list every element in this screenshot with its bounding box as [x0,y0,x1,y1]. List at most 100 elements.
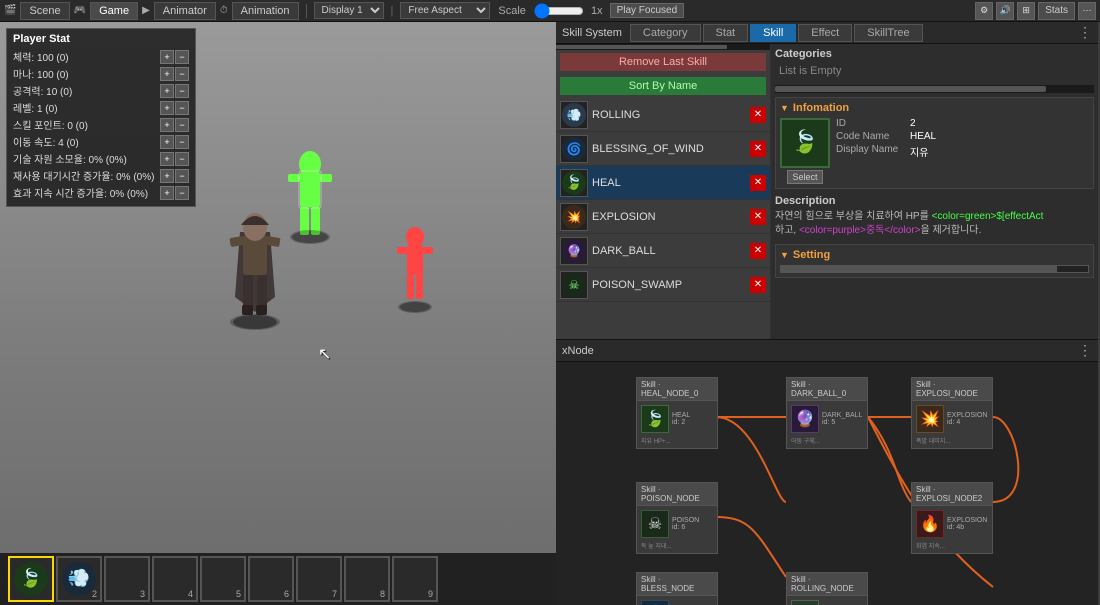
heal-delete-button[interactable]: ✕ [750,175,766,191]
stat-hp-minus[interactable]: − [175,50,189,64]
tab-animation[interactable]: Animation [232,2,299,20]
tab-game[interactable]: Game [90,2,138,20]
desc-text: 자연의 힘으로 부상을 치료하여 HP를 <color=green>$[effe… [775,210,1094,238]
node-blessing-header: Skill · BLESS_NODE [637,573,717,596]
info-row-displayname: Display Name 지유 [836,144,1089,159]
stat-cost-minus[interactable]: − [175,152,189,166]
skill-list-panel: Remove Last Skill Sort By Name 💨 ROLLING… [556,44,771,339]
skill-bar: 🍃 💨 2 3 4 5 [0,553,556,605]
stat-cost-plus[interactable]: + [160,152,174,166]
node-darkball-text: DARK_BALLid: 5 [822,412,862,426]
layout-icon[interactable]: ⊞ [1017,2,1035,20]
sort-by-name-button[interactable]: Sort By Name [560,77,766,95]
explosion-icon: 💥 [560,203,588,231]
tab-category[interactable]: Category [630,24,701,42]
stat-mp-minus[interactable]: − [175,67,189,81]
info-select-button[interactable]: Select [787,170,822,184]
stat-lvl-plus[interactable]: + [160,101,174,115]
skill-slot-8-num: 8 [380,589,385,599]
xnode-canvas[interactable]: Skill · HEAL_NODE_0 🍃 HEALid: 2 지유 HP+..… [556,362,1098,605]
node-rolling[interactable]: Skill · ROLLING_NODE 💨 ROLLINGid: 1 구르기 … [786,572,868,605]
rolling-delete-button[interactable]: ✕ [750,107,766,123]
stat-dur-plus[interactable]: + [160,186,174,200]
stat-mp-plus[interactable]: + [160,67,174,81]
node-heal[interactable]: Skill · HEAL_NODE_0 🍃 HEALid: 2 지유 HP+..… [636,377,718,449]
skill-slot-6[interactable]: 6 [248,556,294,602]
play-button[interactable]: Play Focused [610,3,685,18]
setting-header: Setting [780,249,1089,261]
settings-icon[interactable]: ⚙ [975,2,993,20]
display-dropdown[interactable]: Display 1 [314,2,384,19]
tab-stat[interactable]: Stat [703,24,749,42]
stat-cd-label: 재사용 대기시간 증가율: 0% (0%) [13,168,160,183]
info-row-codename: Code Name HEAL [836,131,1089,142]
stat-row-atk: 공격력: 10 (0) + − [13,83,189,98]
skill-slot-2-num: 2 [92,589,97,599]
info-body: 🍃 Select ID 2 Code Name HEAL [780,118,1089,184]
stat-sp-plus[interactable]: + [160,118,174,132]
skill-header-more-icon[interactable]: ⋮ [1078,24,1092,41]
stat-row-sp: 스킬 포인트: 0 (0) + − [13,117,189,132]
list-item-blessing[interactable]: 🌀 BLESSING_OF_WIND ✕ [556,132,770,166]
list-item-heal[interactable]: 🍃 HEAL ✕ [556,166,770,200]
skill-info-right: Categories List is Empty Infomation 🍃 [771,44,1098,339]
list-item-explosion[interactable]: 💥 EXPLOSION ✕ [556,200,770,234]
audio-icon[interactable]: 🔊 [996,2,1014,20]
node-heal-icon: 🍃 [641,405,669,433]
node-poison[interactable]: Skill · POISON_NODE ☠ POISONid: 6 독 늪 지대… [636,482,718,554]
stat-spd-minus[interactable]: − [175,135,189,149]
stat-sp-minus[interactable]: − [175,118,189,132]
scale-slider[interactable] [534,6,584,16]
stat-spd-plus[interactable]: + [160,135,174,149]
stat-atk-plus[interactable]: + [160,84,174,98]
tab-skill[interactable]: Skill [750,24,796,42]
node-explosion-top[interactable]: Skill · EXPLOSI_NODE 💥 EXPLOSIONid: 4 폭발… [911,377,993,449]
skill-slot-9[interactable]: 9 [392,556,438,602]
skill-slot-8[interactable]: 8 [344,556,390,602]
node-explosion-top-icon: 💥 [916,405,944,433]
node-poison-icon: ☠ [641,510,669,538]
aspect-dropdown[interactable]: Free Aspect [400,2,490,19]
list-item-darkball[interactable]: 🔮 DARK_BALL ✕ [556,234,770,268]
darkball-delete-button[interactable]: ✕ [750,243,766,259]
stat-lvl-minus[interactable]: − [175,101,189,115]
stats-button[interactable]: Stats [1038,2,1075,20]
scale-label: Scale [498,5,526,17]
setting-scroll[interactable] [780,265,1089,273]
tab-effect[interactable]: Effect [798,24,852,42]
stat-spd-label: 이동 속도: 4 (0) [13,134,160,149]
node-explosion-bot[interactable]: Skill · EXPLOSI_NODE2 🔥 EXPLOSIONid: 4b … [911,482,993,554]
stat-dur-minus[interactable]: − [175,186,189,200]
xnode-more-icon[interactable]: ⋮ [1078,342,1092,359]
skill-slot-1[interactable]: 🍃 [8,556,54,602]
skill-system-header: Skill System Category Stat Skill Effect … [556,22,1098,44]
info-id-val: 2 [910,118,916,129]
stat-atk-minus[interactable]: − [175,84,189,98]
tab-scene[interactable]: Scene [20,2,69,20]
stat-cd-minus[interactable]: − [175,169,189,183]
remove-last-skill-button[interactable]: Remove Last Skill [560,53,766,71]
tab-animator[interactable]: Animator [154,2,216,20]
skill-slot-4[interactable]: 4 [152,556,198,602]
stat-hp-plus[interactable]: + [160,50,174,64]
blessing-name: BLESSING_OF_WIND [592,143,746,155]
poison-delete-button[interactable]: ✕ [750,277,766,293]
list-item-rolling[interactable]: 💨 ROLLING ✕ [556,98,770,132]
stat-cd-plus[interactable]: + [160,169,174,183]
xnode-title: xNode [562,345,594,357]
description-section: Description 자연의 힘으로 부상을 치료하여 HP를 <color=… [775,195,1094,238]
node-blessing[interactable]: Skill · BLESS_NODE 🌀 BLESSINGid: 2b 바람 축… [636,572,718,605]
skill-slot-2[interactable]: 💨 2 [56,556,102,602]
node-darkball[interactable]: Skill · DARK_BALL_0 🔮 DARK_BALLid: 5 어둠 … [786,377,868,449]
rolling-name: ROLLING [592,109,746,121]
skill-slot-5[interactable]: 5 [200,556,246,602]
list-item-poison[interactable]: ☠ POISON_SWAMP ✕ [556,268,770,302]
skill-slot-7[interactable]: 7 [296,556,342,602]
explosion-delete-button[interactable]: ✕ [750,209,766,225]
skill-slot-6-num: 6 [284,589,289,599]
blessing-delete-button[interactable]: ✕ [750,141,766,157]
tab-skilltree[interactable]: SkillTree [854,24,922,42]
skill-tabs: Category Stat Skill Effect SkillTree [630,24,923,42]
layers-icon[interactable]: ⋯ [1078,2,1096,20]
skill-slot-3[interactable]: 3 [104,556,150,602]
